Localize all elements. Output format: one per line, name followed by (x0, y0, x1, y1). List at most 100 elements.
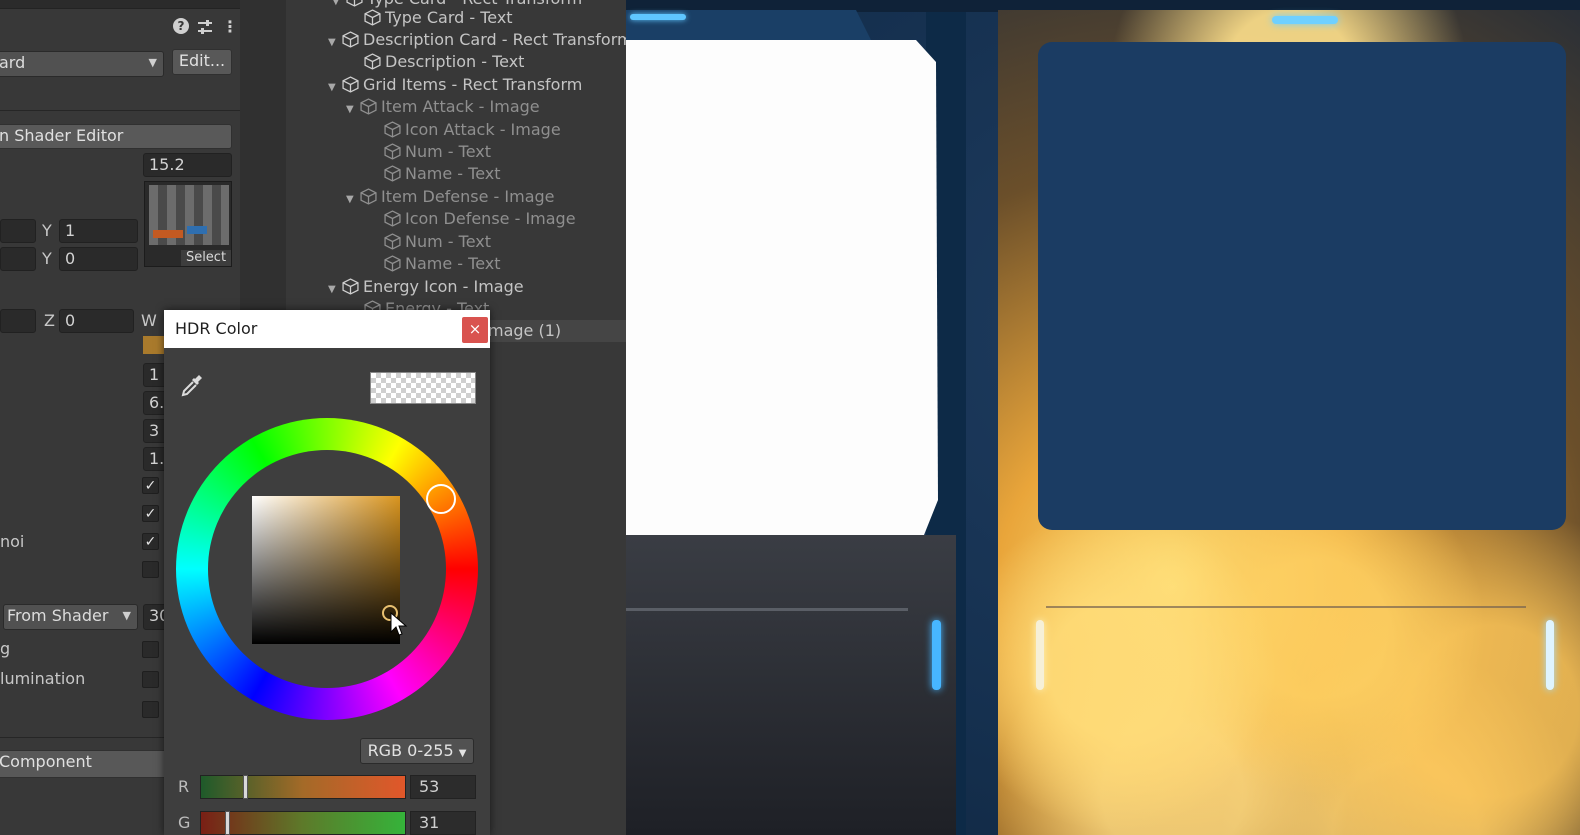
offset-y-field[interactable]: 0 (59, 247, 138, 271)
add-component-button[interactable]: Component (0, 750, 170, 778)
property-label-instancing: g (0, 639, 11, 658)
channel-r-label: R (178, 777, 190, 796)
hierarchy-row[interactable]: Name - Text (384, 253, 501, 275)
card-lower-panel (626, 535, 956, 835)
row-label: mage (1) (488, 321, 562, 340)
saturation-value-square[interactable] (252, 496, 400, 644)
light-strip (1546, 620, 1554, 690)
expand-arrow-icon[interactable]: ▼ (328, 32, 342, 54)
color-field-swatch[interactable] (143, 336, 165, 354)
tiling-y-label: Y (42, 221, 52, 240)
expand-arrow-icon[interactable]: ▼ (328, 77, 342, 99)
hdr-color-dialog: HDR Color × RGB 0-255 ▼ R 53 G 31 (164, 310, 490, 835)
checkbox-checked[interactable]: ✓ (142, 533, 159, 550)
hierarchy-row[interactable]: Name - Text (384, 163, 501, 185)
expand-arrow-icon[interactable]: ▼ (328, 279, 342, 301)
channel-g-slider[interactable] (200, 811, 406, 835)
property-label-global-illumination: lumination (0, 669, 86, 688)
card-inner-panel (1038, 42, 1566, 530)
hierarchy-row[interactable]: Icon Defense - Image (384, 208, 576, 230)
channel-g-thumb[interactable] (225, 811, 230, 835)
expand-arrow-icon[interactable]: ▼ (346, 189, 360, 211)
row-label: Description Card - Rect Transform (363, 30, 626, 49)
scene-view[interactable] (626, 0, 1580, 835)
card-divider-line (1046, 606, 1526, 608)
channel-r-value[interactable]: 53 (410, 775, 476, 799)
hue-handle[interactable] (426, 484, 456, 514)
expand-arrow-icon[interactable]: ▼ (346, 99, 360, 121)
texture-select-button[interactable]: Select (181, 250, 231, 266)
row-label: Icon Attack - Image (405, 120, 561, 139)
light-strip (1272, 16, 1338, 24)
render-queue-dropdown[interactable]: From Shader ▼ (3, 604, 138, 630)
gameobject-cube-icon (384, 121, 401, 138)
eyedropper-icon[interactable] (179, 372, 205, 398)
float-field[interactable]: 15.2 (143, 153, 232, 177)
hierarchy-row[interactable]: ▼ Description Card - Rect Transform (328, 29, 626, 51)
row-label: Num - Text (405, 142, 491, 161)
checkbox-unchecked[interactable] (142, 671, 159, 688)
row-label: Description - Text (385, 52, 525, 71)
chevron-down-icon: ▼ (122, 609, 131, 622)
mouse-cursor-icon (390, 612, 408, 636)
gameobject-cube-icon (360, 98, 377, 115)
edit-shader-button[interactable]: Edit... (172, 49, 232, 75)
texture-accent (153, 230, 183, 238)
channel-r-slider[interactable] (200, 775, 406, 799)
shader-dropdown-value: ard (0, 53, 26, 72)
card-divider-line (626, 608, 908, 611)
row-label: Item Attack - Image (381, 97, 540, 116)
help-icon[interactable]: ? (173, 18, 189, 34)
row-label: Name - Text (405, 254, 501, 273)
row-label: Num - Text (405, 232, 491, 251)
channel-g-label: G (178, 813, 191, 832)
divider (0, 110, 240, 111)
checkbox-unchecked[interactable] (142, 641, 159, 658)
hierarchy-row[interactable]: ▼ Grid Items - Rect Transform (328, 74, 582, 96)
color-preview-swatch (370, 372, 476, 404)
gameobject-cube-icon (364, 9, 381, 26)
hierarchy-row[interactable]: Type Card - Text (364, 7, 513, 29)
vector-y-field[interactable] (0, 309, 36, 333)
hierarchy-row[interactable]: Num - Text (384, 231, 491, 253)
gameobject-cube-icon (384, 233, 401, 250)
kebab-menu-icon[interactable]: ⋮ (222, 16, 238, 38)
hierarchy-row-selected[interactable]: mage (1) (488, 320, 561, 342)
color-mode-dropdown[interactable]: RGB 0-255 ▼ (360, 738, 474, 764)
hierarchy-row[interactable]: ▼ Item Defense - Image (346, 186, 555, 208)
color-mode-value: RGB 0-255 (367, 741, 454, 760)
checkbox-checked[interactable]: ✓ (142, 505, 159, 522)
gameobject-cube-icon (384, 255, 401, 272)
close-button[interactable]: × (462, 317, 488, 343)
shader-dropdown[interactable]: ard ▼ (0, 51, 164, 77)
gameobject-cube-icon (384, 143, 401, 160)
row-label: Type Card - Text (385, 8, 513, 27)
texture-slot[interactable]: Select (144, 181, 232, 267)
card-white-panel (626, 40, 938, 535)
offset-x-field[interactable] (0, 247, 36, 271)
gameobject-cube-icon (346, 0, 363, 7)
hierarchy-row[interactable]: Icon Attack - Image (384, 119, 561, 141)
light-strip (630, 14, 686, 20)
hierarchy-row[interactable]: Num - Text (384, 141, 491, 163)
tiling-x-field[interactable] (0, 219, 36, 243)
gameobject-cube-icon (360, 188, 377, 205)
channel-r-thumb[interactable] (243, 775, 248, 799)
property-label-noise: noi (0, 532, 25, 551)
tiling-y-field[interactable]: 1 (59, 219, 138, 243)
shader-editor-button[interactable]: n Shader Editor (0, 124, 232, 149)
channel-g-value[interactable]: 31 (410, 811, 476, 835)
dialog-titlebar[interactable]: HDR Color (164, 310, 490, 348)
preset-icon[interactable] (196, 18, 214, 36)
hierarchy-row[interactable]: ▼ Energy Icon - Image (328, 276, 524, 298)
row-label: Name - Text (405, 164, 501, 183)
row-label: Grid Items - Rect Transform (363, 75, 583, 94)
hierarchy-row[interactable]: Description - Text (364, 51, 524, 73)
checkbox-unchecked[interactable] (142, 701, 159, 718)
checkbox-unchecked[interactable] (142, 561, 159, 578)
row-label: Item Defense - Image (381, 187, 555, 206)
expand-arrow-icon[interactable]: ▼ (332, 0, 346, 13)
vector-z-field[interactable]: 0 (59, 309, 134, 333)
hierarchy-row[interactable]: ▼ Item Attack - Image (346, 96, 540, 118)
checkbox-checked[interactable]: ✓ (142, 477, 159, 494)
